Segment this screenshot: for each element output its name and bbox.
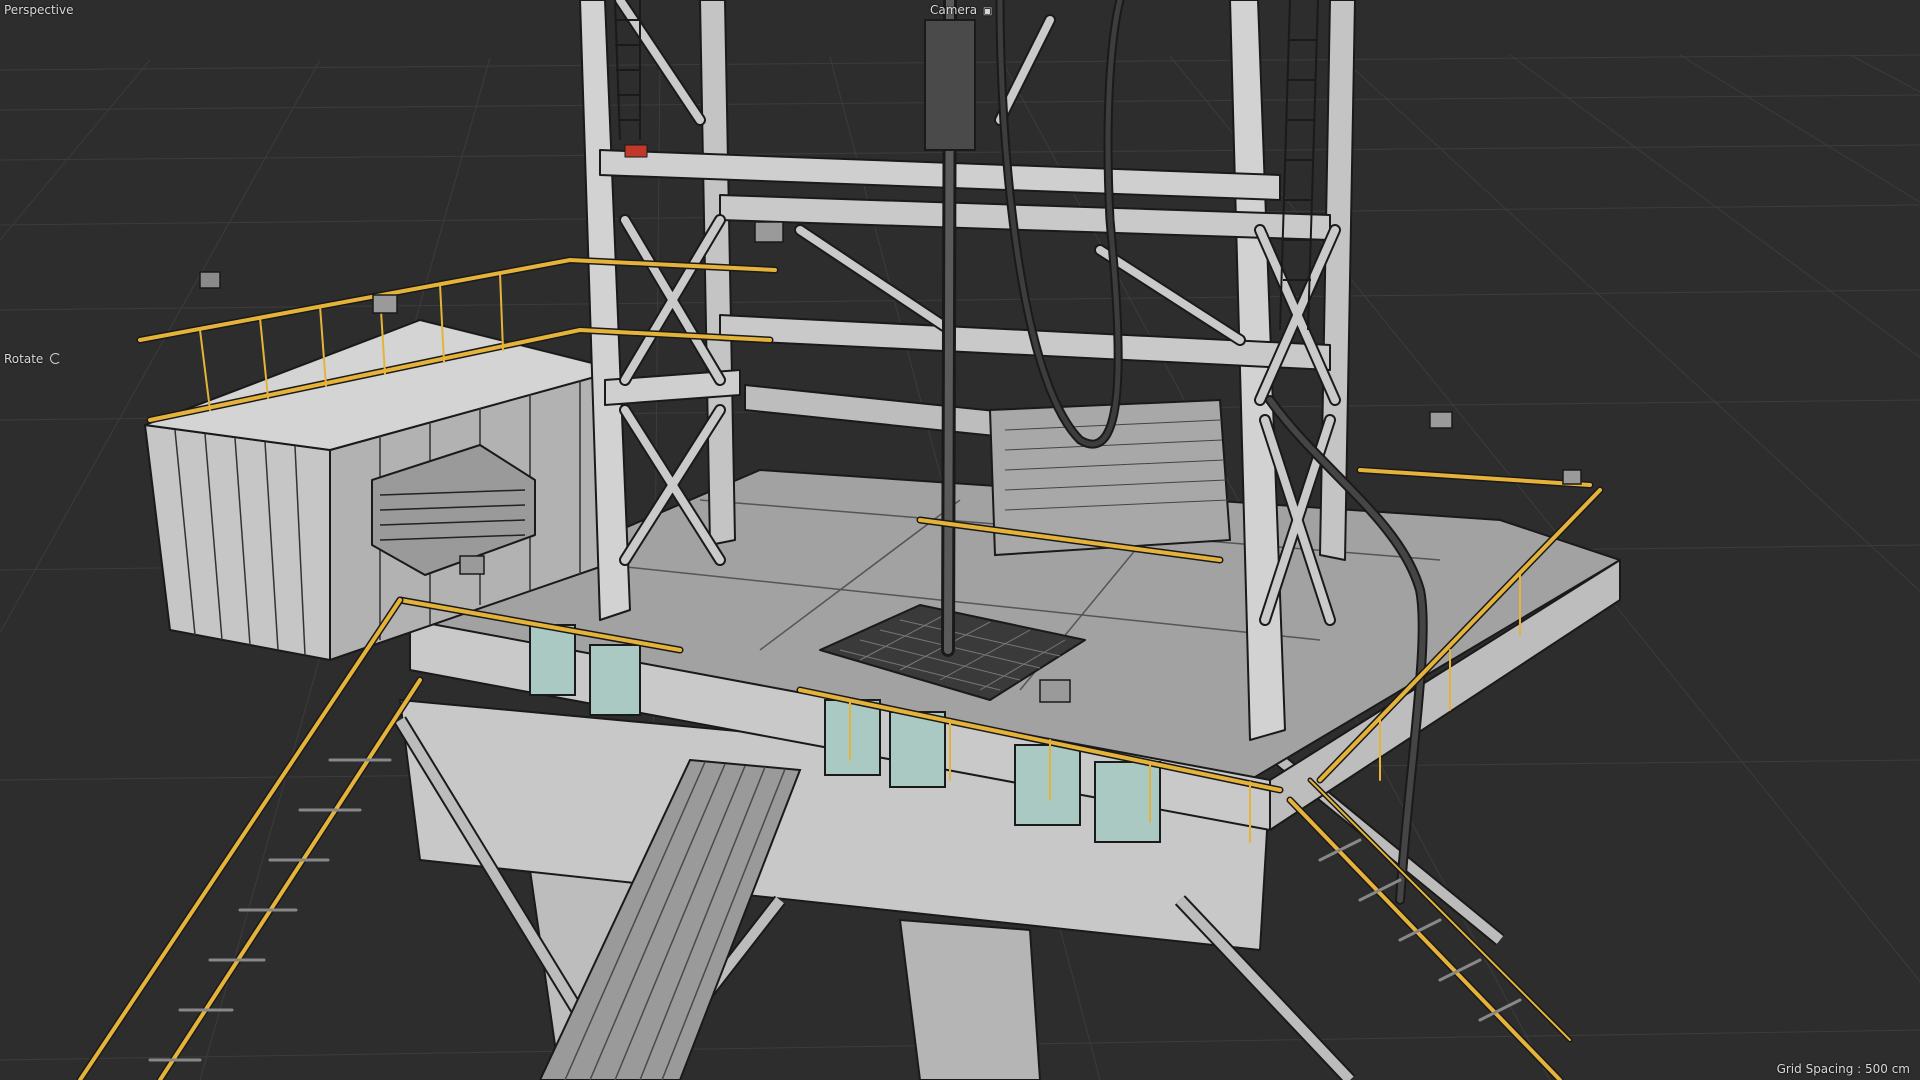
floodlight bbox=[1429, 411, 1453, 429]
floodlight bbox=[459, 555, 485, 575]
camera-lock-icon: ▣ bbox=[982, 6, 993, 17]
rotate-icon bbox=[50, 353, 62, 364]
3d-viewport[interactable]: Perspective Camera ▣ Rotate Grid Spacing… bbox=[0, 0, 1920, 1080]
grid-spacing-readout: Grid Spacing : 500 cm bbox=[1777, 1062, 1910, 1076]
navigation-mode-text: Rotate bbox=[4, 352, 44, 366]
window bbox=[824, 699, 881, 776]
floodlight bbox=[199, 271, 221, 289]
beacon-light bbox=[624, 144, 648, 158]
floodlight bbox=[1562, 469, 1582, 485]
cabin-front bbox=[144, 424, 331, 661]
camera-selector[interactable]: Camera ▣ bbox=[930, 3, 992, 17]
window bbox=[589, 644, 641, 716]
scene-render[interactable] bbox=[0, 0, 1920, 1080]
derrick-ladder-left bbox=[614, 0, 641, 141]
window bbox=[1014, 744, 1081, 826]
view-mode-label[interactable]: Perspective bbox=[4, 3, 74, 17]
window bbox=[529, 624, 576, 696]
floodlight bbox=[372, 294, 398, 314]
grid-spacing-text: Grid Spacing : 500 cm bbox=[1776, 1062, 1910, 1076]
top-drive bbox=[924, 19, 976, 151]
floodlight bbox=[1039, 679, 1071, 703]
camera-text: Camera bbox=[930, 3, 978, 17]
view-mode-text: Perspective bbox=[4, 3, 74, 17]
floodlight bbox=[754, 221, 784, 243]
substructure-center-leg bbox=[899, 919, 1041, 1080]
navigation-mode-indicator: Rotate bbox=[4, 352, 62, 366]
window bbox=[889, 711, 946, 788]
